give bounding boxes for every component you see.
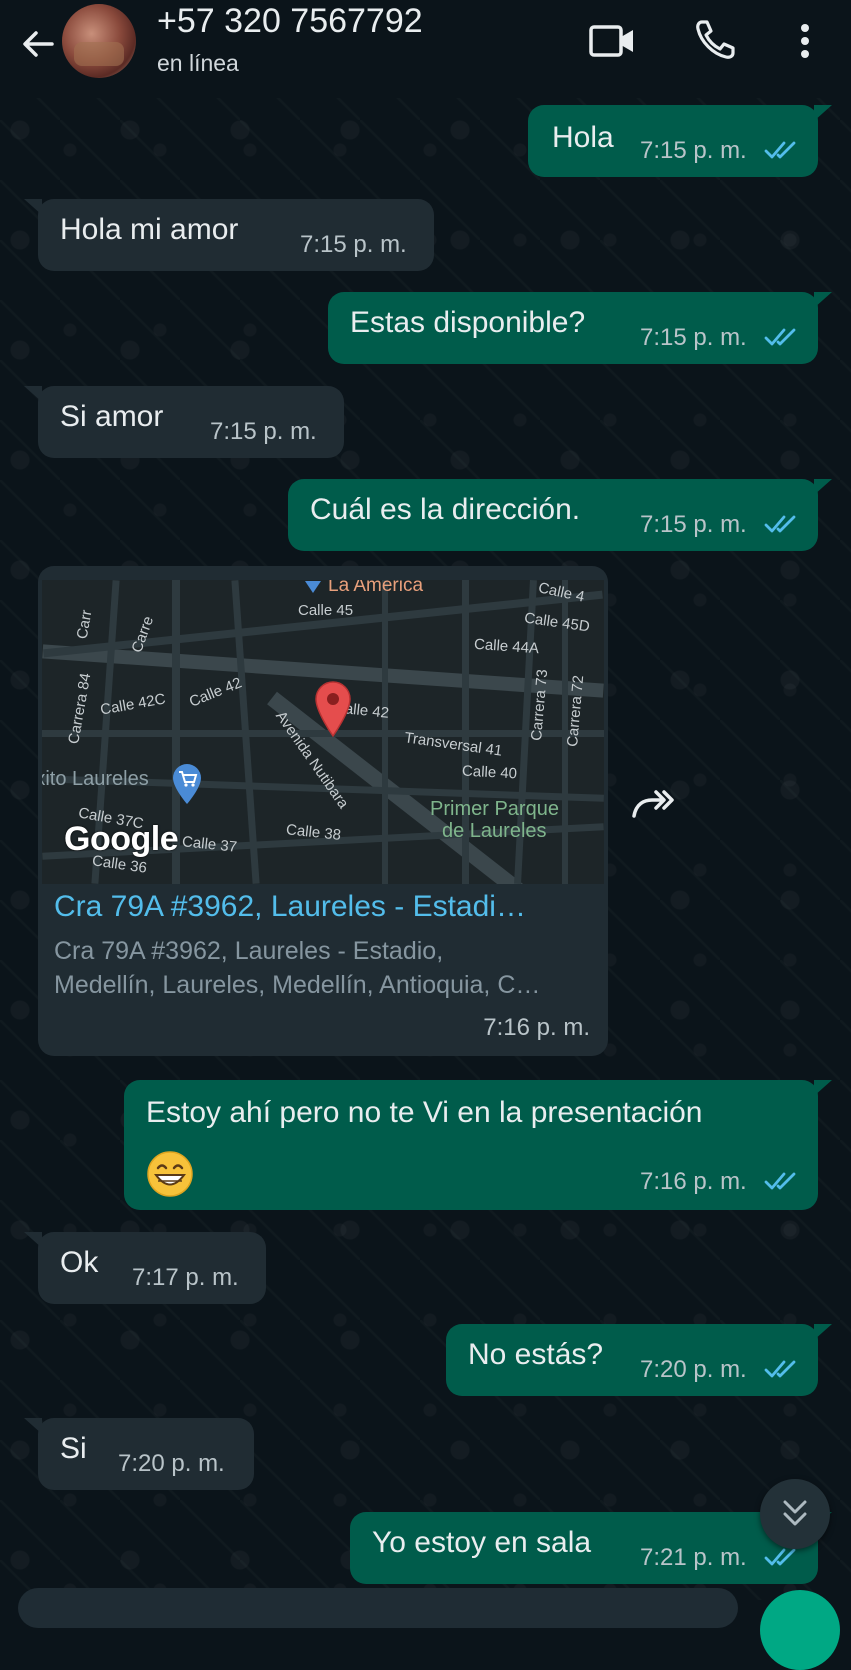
message-bubble-outgoing[interactable]: Estoy ahí pero no te Vi en la presentaci… [124,1080,832,1210]
read-receipt-icon [764,328,796,346]
map-label: Calle 40 [461,762,518,783]
grinning-face-icon [147,1151,193,1197]
phone-call-icon[interactable] [693,18,737,62]
message-bubble-outgoing[interactable]: No estás? 7:20 p. m. [446,1324,832,1396]
location-address-line: Medellín, Laureles, Medellín, Antioquia,… [54,971,541,999]
message-bubble-incoming[interactable]: Ok 7:17 p. m. [24,1232,266,1304]
message-text: Si amor [60,400,164,433]
map-label: Primer Parque [430,798,559,820]
map-label: La America [328,580,424,596]
message-text: Yo estoy en sala [372,1526,592,1559]
message-time: 7:15 p. m. [210,418,317,445]
message-text: Ok [60,1246,99,1279]
map-road [382,580,388,884]
message-text: Estas disponible? [350,306,586,339]
message-text: Estoy ahí pero no te Vi en la presentaci… [146,1096,703,1129]
message-time: 7:21 p. m. [640,1544,747,1571]
more-options-icon[interactable] [795,20,815,62]
location-message-card[interactable]: La America Calle 45 Calle 4 Calle 45D Ca… [38,566,608,1056]
map-label: Calle 44A [473,635,540,658]
scroll-to-bottom-button[interactable] [760,1479,830,1549]
shopping-cart-icon [173,764,201,804]
map-label: Calle 37 [181,833,238,856]
google-logo: Google [64,820,179,858]
message-input-bar[interactable] [18,1588,738,1628]
message-time: 7:15 p. m. [640,137,747,164]
read-receipt-icon [764,141,796,159]
map-label: Carr [73,608,96,641]
message-text: Hola [552,121,614,154]
map-label: Calle 45 [298,602,354,619]
video-call-icon[interactable] [588,20,636,62]
message-text: Cuál es la dirección. [310,493,581,526]
location-map-preview[interactable]: La America Calle 45 Calle 4 Calle 45D Ca… [42,580,604,884]
message-bubble-outgoing[interactable]: Estas disponible? 7:15 p. m. [328,292,832,364]
message-text: No estás? [468,1338,604,1371]
read-receipt-icon [764,515,796,533]
message-time: 7:20 p. m. [640,1356,747,1383]
send-voice-button[interactable] [760,1590,840,1670]
chat-header: +57 320 7567792 en línea [0,0,851,98]
map-label: Carre [128,613,158,656]
location-title[interactable]: Cra 79A #3962, Laureles - Estadi… [54,890,526,924]
contact-avatar[interactable] [62,4,136,78]
message-bubble-outgoing[interactable]: Yo estoy en sala 7:21 p. m. [350,1512,832,1584]
contact-name[interactable]: +57 320 7567792 [157,2,423,41]
message-bubble-incoming[interactable]: Hola mi amor 7:15 p. m. [24,199,434,271]
back-arrow-icon[interactable] [18,24,58,64]
map-label: Éxito Laureles [42,768,149,790]
message-bubble-incoming[interactable]: Si 7:20 p. m. [24,1418,254,1490]
message-text: Si [60,1432,87,1465]
location-address-line: Cra 79A #3962, Laureles - Estadio, [54,937,444,965]
read-receipt-icon [764,1172,796,1190]
message-time: 7:15 p. m. [640,511,747,538]
map-label: de Laureles [442,820,547,842]
map-pin-icon [315,681,351,738]
location-marker-small-icon [305,581,321,593]
message-bubble-outgoing[interactable]: Hola 7:15 p. m. [528,105,832,177]
contact-status: en línea [157,50,239,76]
double-chevron-down-icon [783,1500,807,1526]
location-address: Cra 79A #3962, Laureles - Estadio, Medel… [54,934,594,1002]
message-time: 7:17 p. m. [132,1264,239,1291]
message-bubble-outgoing[interactable]: Cuál es la dirección. 7:15 p. m. [288,479,832,551]
map-label: Calle 42 [186,674,245,711]
message-time: 7:20 p. m. [118,1450,225,1477]
message-time: 7:15 p. m. [300,231,407,258]
message-time: 7:16 p. m. [640,1168,747,1195]
message-text: Hola mi amor [60,213,239,246]
forward-icon[interactable] [628,782,676,830]
read-receipt-icon [764,1548,796,1566]
message-bubble-incoming[interactable]: Si amor 7:15 p. m. [24,386,344,458]
message-time: 7:16 p. m. [483,1014,590,1041]
read-receipt-icon [764,1360,796,1378]
message-time: 7:15 p. m. [640,324,747,351]
